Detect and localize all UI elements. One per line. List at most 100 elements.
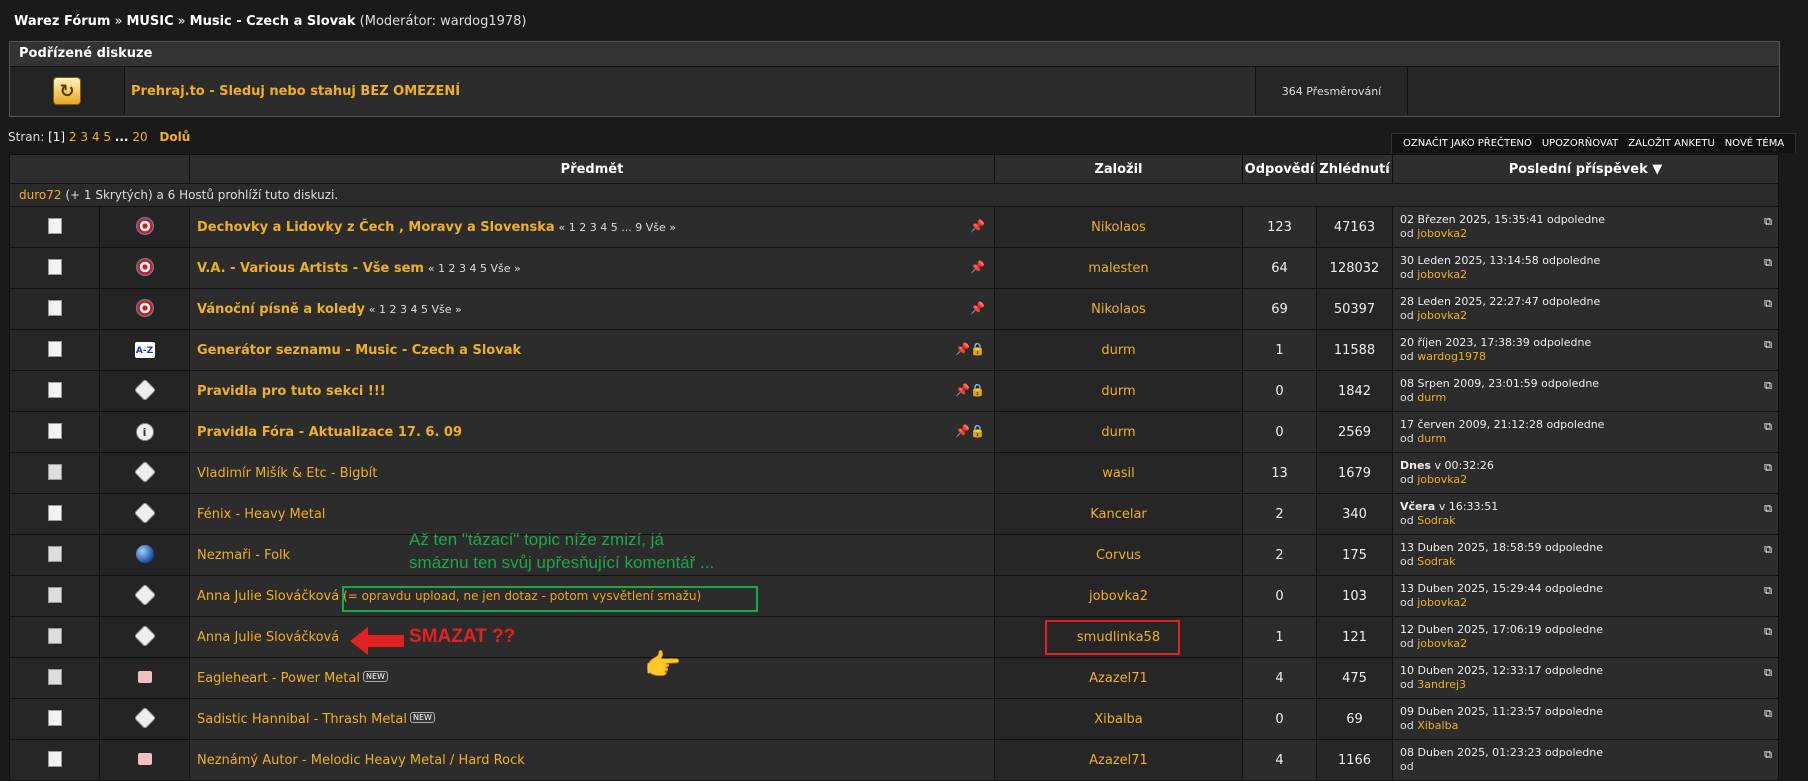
topic-status-icon [43,217,62,236]
topic-link[interactable]: V.A. - Various Artists - Vše sem [197,261,424,276]
author-link[interactable]: Xibalba [1094,712,1143,727]
table-row: Eagleheart - Power Metal NEW Azazel71 4 475 1… [9,657,1779,699]
last-poster-link[interactable]: jobovka2 [1417,637,1467,650]
go-to-last-post-icon[interactable]: ⧉ [1764,379,1772,393]
child-board-link[interactable]: Prehraj.to - Sleduj nebo stahuj BEZ OMEZ… [131,84,460,99]
topic-pages[interactable]: « 1 2 3 4 5 Vše » [428,262,521,275]
header-replies[interactable]: Odpovědí [1242,154,1317,184]
last-poster-link[interactable]: durm [1417,391,1446,404]
views-count: 47163 [1316,206,1393,248]
go-to-last-post-icon[interactable]: ⧉ [1764,666,1772,680]
last-post: 30 Leden 2025, 13:14:58 odpoledne od jobo… [1392,247,1779,289]
replies-count: 69 [1242,288,1317,330]
info-icon: i [135,423,154,441]
diamond-icon [134,584,155,605]
last-poster-link[interactable]: jobovka2 [1417,268,1467,281]
topic-link[interactable]: Pravidla pro tuto sekci !!! [197,384,386,399]
topic-link[interactable]: Anna Julie Slováčková [197,589,339,604]
last-poster-link[interactable]: 3andrej3 [1417,678,1466,691]
go-to-last-post-icon[interactable]: ⧉ [1764,707,1772,721]
topic-pages[interactable]: « 1 2 3 4 5 Vše » [369,303,462,316]
go-to-last-post-icon[interactable]: ⧉ [1764,256,1772,270]
last-poster-link[interactable]: wardog1978 [1417,350,1486,363]
topic-link[interactable]: Fénix - Heavy Metal [197,507,325,522]
author-link[interactable]: Azazel71 [1089,671,1148,686]
topic-link[interactable]: Dechovky a Lidovky z Čech , Moravy a Slo… [197,220,555,235]
page-link[interactable]: 5 [103,130,111,144]
go-down-link[interactable]: Dolů [159,130,190,144]
replies-count: 0 [1242,575,1317,617]
go-to-last-post-icon[interactable]: ⧉ [1764,297,1772,311]
topic-link[interactable]: Generátor seznamu - Music - Czech a Slov… [197,343,521,358]
topic-link[interactable]: Vánoční písně a koledy [197,302,365,317]
author-link[interactable]: Corvus [1096,548,1141,563]
page-link[interactable]: 2 [69,130,77,144]
go-to-last-post-icon[interactable]: ⧉ [1764,215,1772,229]
header-started-by[interactable]: Založil [994,154,1243,184]
sticky-lock-icons: 📌 [970,219,985,233]
sticky-lock-icons: 📌🔒 [955,383,985,397]
last-poster-link[interactable]: jobovka2 [1417,596,1467,609]
table-row: Fénix - Heavy Metal Kancelar 2 340 Včera v 1… [9,493,1779,535]
go-to-last-post-icon[interactable]: ⧉ [1764,502,1772,516]
breadcrumb-root[interactable]: Warez Fórum [14,14,110,29]
annotation-red-box [1045,620,1180,655]
views-count: 11588 [1316,329,1393,371]
author-link[interactable]: durm [1101,384,1135,399]
new-topic-button[interactable]: NOVÉ TÉMA [1720,136,1789,151]
author-link[interactable]: Nikolaos [1091,220,1146,235]
author-link[interactable]: durm [1101,343,1135,358]
author-link[interactable]: durm [1101,425,1135,440]
topic-pages[interactable]: « 1 2 3 4 5 ... 9 Vše » [559,221,676,234]
go-to-last-post-icon[interactable]: ⧉ [1764,543,1772,557]
go-to-last-post-icon[interactable]: ⧉ [1764,584,1772,598]
last-poster-link[interactable]: Sodrak [1417,514,1455,527]
author-link[interactable]: malesten [1088,261,1148,276]
page-link[interactable]: 3 [80,130,88,144]
views-count: 69 [1316,698,1393,740]
last-post: 10 Duben 2025, 12:33:17 odpoledne od 3and… [1392,657,1779,699]
replies-count: 1 [1242,616,1317,658]
last-poster-link[interactable]: jobovka2 [1417,227,1467,240]
viewer-user-link[interactable]: duro72 [19,188,62,202]
last-poster-link[interactable]: Sodrak [1417,555,1455,568]
author-link[interactable]: Nikolaos [1091,302,1146,317]
go-to-last-post-icon[interactable]: ⧉ [1764,625,1772,639]
topic-link[interactable]: Neznámý Autor - Melodic Heavy Metal / Ha… [197,753,525,768]
topic-link[interactable]: Pravidla Fóra - Aktualizace 17. 6. 09 [197,425,462,440]
notify-button[interactable]: UPOZORŇOVAT [1537,136,1623,151]
new-poll-button[interactable]: ZALOŽIT ANKETU [1623,136,1720,151]
header-subject[interactable]: Předmět [189,154,995,184]
topic-link[interactable]: Nezmaři - Folk [197,548,290,563]
table-row: Anna Julie Slováčková (= opravdu upload,… [9,575,1779,617]
topic-status-icon [47,586,62,603]
go-to-last-post-icon[interactable]: ⧉ [1764,461,1772,475]
last-poster-link[interactable]: Xibalba [1417,719,1458,732]
annotation-green-box [342,586,758,612]
header-views[interactable]: Zhlédnutí [1316,154,1393,184]
page-link[interactable]: 4 [92,130,100,144]
replies-count: 2 [1242,493,1317,535]
moderator-note: (Moderátor: wardog1978) [359,14,527,29]
last-poster-link[interactable]: durm [1417,432,1446,445]
breadcrumb-board[interactable]: Music - Czech a Slovak [190,14,356,29]
last-post: 28 Leden 2025, 22:27:47 odpoledne od jobo… [1392,288,1779,330]
page-link-last[interactable]: 20 [132,130,147,144]
header-last-post[interactable]: Poslední příspěvek ▼ [1392,154,1779,184]
az-icon: A-Z [134,342,155,358]
go-to-last-post-icon[interactable]: ⧉ [1764,420,1772,434]
author-link[interactable]: Azazel71 [1089,753,1148,768]
last-poster-link[interactable]: jobovka2 [1417,309,1467,322]
author-link[interactable]: wasil [1102,466,1135,481]
author-link[interactable]: Kancelar [1090,507,1147,522]
topic-link[interactable]: Vladimír Mišík & Etc - Bigbít [197,466,377,481]
topic-link[interactable]: Sadistic Hannibal - Thrash Metal [197,712,407,727]
author-link[interactable]: jobovka2 [1089,589,1148,604]
topic-link[interactable]: Anna Julie Slováčková [197,630,339,645]
mark-read-button[interactable]: OZNAČIT JAKO PŘEČTENO [1398,136,1537,151]
last-post: 08 Srpen 2009, 23:01:59 odpoledne od durm… [1392,370,1779,412]
breadcrumb-music[interactable]: MUSIC [126,14,173,29]
topic-link[interactable]: Eagleheart - Power Metal [197,671,360,686]
go-to-last-post-icon[interactable]: ⧉ [1764,338,1772,352]
last-poster-link[interactable]: jobovka2 [1417,473,1467,486]
